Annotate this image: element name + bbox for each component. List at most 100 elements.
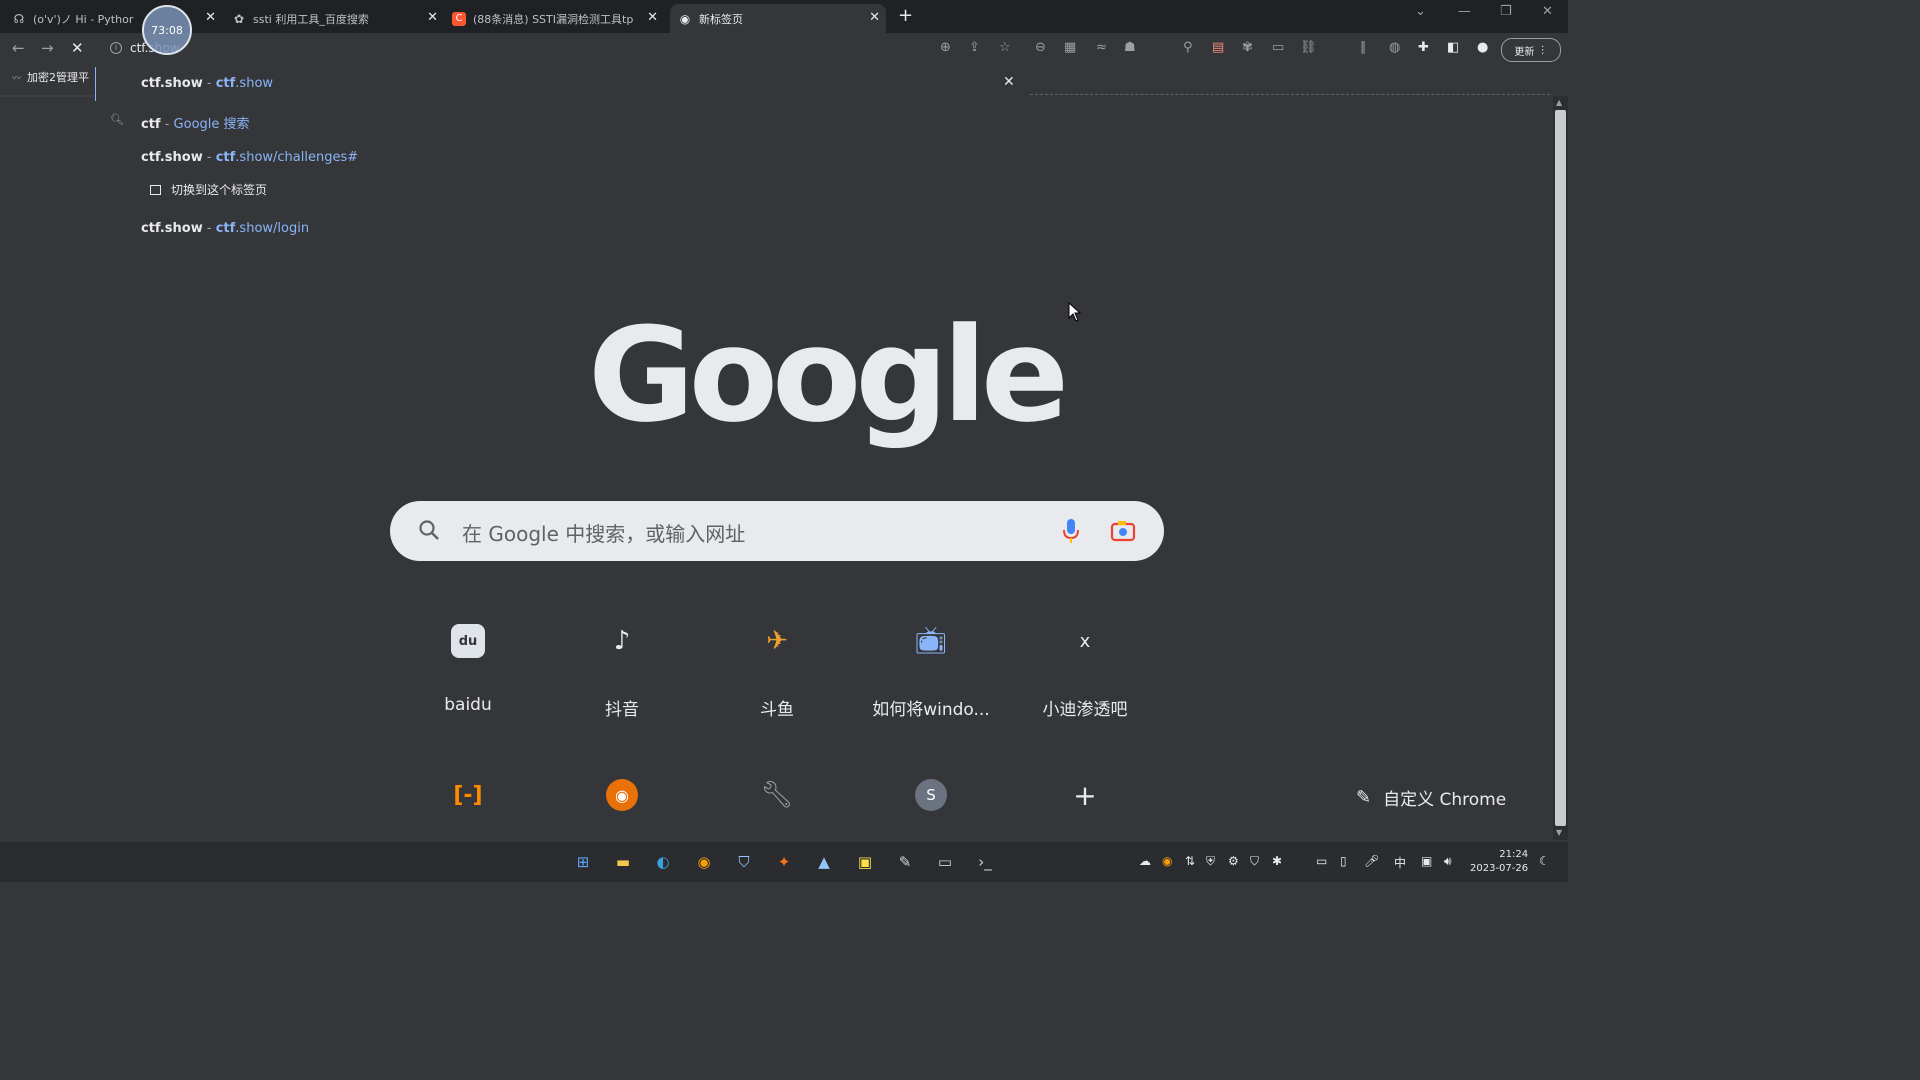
extensions-puzzle-icon[interactable]: ✚ — [1418, 40, 1429, 55]
tab-search-icon[interactable]: ⌄ — [1415, 4, 1426, 19]
extension-qr-icon[interactable]: ▦ — [1064, 40, 1076, 55]
aliyun-icon: [-] — [453, 782, 483, 808]
side-panel-icon[interactable]: ◧ — [1447, 40, 1459, 55]
lens-camera-icon[interactable] — [1110, 519, 1136, 543]
suggestion-item[interactable]: ctf.show - ctf.show/login — [141, 221, 309, 236]
window-app-icon[interactable]: ▭ — [933, 850, 957, 874]
pycharm-icon[interactable]: ▣ — [853, 850, 877, 874]
zoom-icon[interactable]: ⊕ — [940, 40, 951, 55]
stop-loading-button[interactable]: ✕ — [71, 39, 84, 57]
suggestion-item[interactable]: ctf.show - ctf.show/challenges# — [141, 150, 358, 165]
tab-new-tab[interactable]: ◉ 新标签页 ✕ — [670, 4, 886, 33]
share-icon[interactable]: ⇪ — [969, 40, 980, 55]
bookmark-star-icon[interactable]: ☆ — [999, 40, 1011, 55]
extension-flower-icon[interactable]: ✾ — [1242, 40, 1253, 55]
switch-to-tab-button[interactable]: 切换到这个标签页 — [150, 181, 267, 198]
minimize-button[interactable]: — — [1458, 4, 1471, 19]
shortcut-bilibili[interactable]: 📺︎ 如何将windo... — [861, 617, 1001, 720]
tray-mic-icon[interactable]: 🎤︎ — [1364, 854, 1379, 868]
baidu-icon: du — [444, 617, 492, 665]
update-button[interactable]: 更新 ⋮ — [1501, 38, 1561, 62]
close-tab-icon[interactable]: ✕ — [205, 10, 216, 25]
tray-settings-icon[interactable]: ⚙ — [1228, 854, 1239, 868]
close-window-button[interactable]: ✕ — [1542, 4, 1553, 19]
extension-wave-icon[interactable]: ≈ — [1096, 40, 1107, 55]
tab-csdn[interactable]: C (88条消息) SSTI漏洞检测工具tp ✕ — [452, 4, 664, 33]
file-explorer-icon[interactable]: ▬ — [611, 850, 635, 874]
app-shirt-icon[interactable]: ⛉ — [732, 850, 756, 874]
tray-usb-icon[interactable]: ▯ — [1340, 854, 1347, 868]
close-tab-icon[interactable]: ✕ — [647, 10, 658, 25]
ime-indicator[interactable]: 中 — [1394, 854, 1406, 871]
back-button[interactable]: ← — [12, 39, 25, 57]
profile-icon[interactable]: ● — [1477, 40, 1488, 55]
shortcut-douyin[interactable]: ♪ 抖音 — [552, 617, 692, 720]
shortcut-browser[interactable]: ◉ — [552, 771, 692, 819]
scrollbar-thumb[interactable] — [1555, 110, 1566, 826]
tray-shield-icon[interactable]: ⛨ — [1206, 854, 1215, 869]
tab-strip: ☊ (o'v')ノ Hi - Pythor ✕ ✿ ssti 利用工具_百度搜索… — [0, 0, 1568, 33]
extension-pin-icon[interactable]: ⚲ — [1183, 40, 1193, 55]
tray-net-icon[interactable]: ⇅ — [1185, 854, 1195, 868]
omnibox-dropdown: ✕ ctf.show - ctf.show 🔍︎ ctf - Google 搜索… — [100, 64, 1028, 250]
suggestion-url-bold: ctf — [215, 221, 236, 236]
shortcut-xiaodi[interactable]: x 小迪渗透吧 — [1015, 617, 1155, 721]
suggestion-item[interactable]: ctf - Google 搜索 — [141, 113, 250, 132]
voice-search-icon[interactable] — [1062, 517, 1080, 545]
tray-app-icon[interactable]: ⛉ — [1250, 854, 1259, 869]
tray-network-icon[interactable]: ▣ — [1421, 854, 1432, 868]
shortcut-label: 如何将windo... — [872, 700, 990, 720]
dashed-divider — [1030, 94, 1550, 95]
new-tab-button[interactable]: + — [898, 5, 913, 26]
app-photo-icon[interactable]: ▲ — [812, 850, 836, 874]
app-bird-icon[interactable]: ✦ — [772, 850, 796, 874]
baidu-paw-icon: ✿ — [233, 11, 245, 26]
shortcut-s[interactable]: S — [861, 771, 1001, 819]
terminal-icon[interactable]: ›_ — [973, 850, 997, 874]
customize-chrome-button[interactable]: ✎ 自定义 Chrome — [1356, 785, 1506, 810]
site-info-icon[interactable]: i — [110, 42, 122, 54]
clock[interactable]: 21:24 2023-07-26 — [1470, 848, 1528, 876]
tray-browser-icon[interactable]: ◉ — [1162, 854, 1172, 868]
windows-start-icon[interactable]: ⊞ — [571, 850, 595, 874]
scroll-up-icon[interactable]: ▲ — [1556, 98, 1562, 107]
ntp-search-box[interactable]: 在 Google 中搜索，或输入网址 — [390, 501, 1164, 561]
extension-screen-icon[interactable]: ▭ — [1272, 40, 1284, 55]
shortcut-label: 抖音 — [605, 700, 639, 720]
extension-block-icon[interactable]: ⊖ — [1035, 40, 1046, 55]
tray-volume-icon[interactable]: 🔊︎ — [1444, 854, 1452, 869]
tray-bug-icon[interactable]: ✱ — [1272, 854, 1282, 868]
tab-icon — [150, 184, 161, 195]
suggestion-separator: - — [202, 150, 216, 165]
add-shortcut-button[interactable]: + — [1015, 771, 1155, 819]
bookmark-item[interactable]: 〰 加密2管理平 — [12, 69, 89, 85]
update-label: 更新 — [1514, 46, 1535, 58]
notepad-icon[interactable]: ✎ — [893, 850, 917, 874]
close-tab-icon[interactable]: ✕ — [427, 10, 438, 25]
extension-bars-icon[interactable]: ∥ — [1360, 40, 1367, 55]
suggestion-item[interactable]: ctf.show - ctf.show — [141, 76, 273, 91]
chrome-taskbar-icon[interactable]: ◉ — [692, 850, 716, 874]
bilibili-icon: 📺︎ — [914, 626, 948, 656]
extension-fe-icon[interactable]: ▤ — [1212, 40, 1224, 55]
shortcut-douyu[interactable]: ✈ 斗鱼 — [707, 617, 847, 720]
extension-ghost-icon[interactable]: ☗ — [1124, 40, 1136, 55]
shortcut-baidu[interactable]: du baidu — [398, 617, 538, 715]
extension-link-icon[interactable]: ⛓ — [1300, 40, 1317, 55]
scroll-down-icon[interactable]: ▼ — [1556, 828, 1562, 837]
restore-button[interactable]: ❐ — [1500, 4, 1512, 19]
shortcut-aliyun[interactable]: [-] — [398, 771, 538, 819]
search-icon — [419, 520, 439, 540]
shortcut-tool[interactable]: 🔧︎ — [707, 771, 847, 819]
close-dropdown-icon[interactable]: ✕ — [1003, 74, 1015, 90]
close-tab-icon[interactable]: ✕ — [869, 10, 880, 25]
s-avatar-letter: S — [915, 779, 947, 811]
tray-cloud-icon[interactable]: ☁ — [1139, 854, 1151, 868]
tab-baidu-search[interactable]: ✿ ssti 利用工具_百度搜索 ✕ — [232, 4, 444, 33]
extension-circle-icon[interactable]: ◍ — [1389, 40, 1400, 55]
tray-chat-icon[interactable]: ▭ — [1316, 854, 1327, 868]
scrollbar[interactable]: ▲ ▼ — [1553, 96, 1568, 840]
forward-button[interactable]: → — [41, 39, 54, 57]
notification-moon-icon[interactable]: ☾ — [1539, 854, 1550, 868]
edge-icon[interactable]: ◐ — [651, 850, 675, 874]
